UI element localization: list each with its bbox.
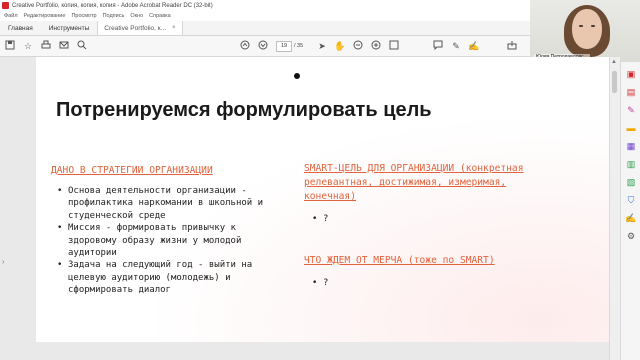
organize-icon[interactable]: ▥ [625, 158, 637, 170]
right-bullet-list-2: ? [307, 277, 407, 290]
vertical-scrollbar[interactable]: ▲ [609, 57, 620, 360]
menu-help[interactable]: Справка [149, 13, 171, 19]
page-down-icon[interactable] [257, 40, 269, 52]
right-section-heading-2: ЧТО ЖДЕМ ОТ МЕРЧА (тоже по SMART) [304, 255, 495, 266]
tab-bar: Главная Инструменты Creative Portfolio, … [0, 21, 530, 36]
menu-edit[interactable]: Редактирование [24, 13, 66, 19]
tab-document-label: Creative Portfolio, к... [104, 24, 167, 32]
page-up-icon[interactable] [239, 40, 251, 52]
tab-tools[interactable]: Инструменты [41, 21, 98, 35]
webcam-face [572, 9, 602, 49]
highlight-icon[interactable]: ✎ [450, 40, 462, 52]
scrollbar-thumb[interactable] [612, 71, 617, 93]
scan-icon[interactable]: ▧ [625, 176, 637, 188]
left-bullet-list: Основа деятельности организации - профил… [52, 185, 284, 297]
menu-file[interactable]: Файл [4, 13, 18, 19]
menu-view[interactable]: Просмотр [71, 13, 96, 19]
webcam-video: Юлия Петропавловс... [530, 0, 640, 62]
share-icon[interactable] [506, 40, 518, 52]
hand-icon[interactable]: ✋ [334, 40, 346, 52]
webcam-eye-right [591, 25, 595, 27]
pdf-export-icon[interactable]: ▣ [625, 68, 637, 80]
scroll-up-icon[interactable]: ▲ [611, 59, 617, 65]
list-item: Миссия - формировать привычку к здоровом… [52, 222, 284, 259]
comment-icon[interactable] [432, 40, 444, 52]
menu-window[interactable]: Окно [130, 13, 143, 19]
expand-left-pane-icon[interactable]: › [2, 259, 4, 266]
list-item: ? [307, 277, 407, 290]
print-icon[interactable] [40, 40, 52, 52]
left-navigation-rail: › [0, 57, 34, 360]
sign-icon[interactable]: ✍ [468, 40, 480, 52]
fit-page-icon[interactable] [388, 40, 400, 52]
save-icon[interactable] [4, 40, 16, 52]
bookmark-icon[interactable]: ☆ [22, 40, 34, 52]
list-item: ? [307, 213, 407, 226]
close-tab-icon[interactable]: × [172, 25, 176, 31]
right-section-heading: SMART-ЦЕЛЬ ДЛЯ ОРГАНИЗАЦИИ (конкретная р… [304, 163, 524, 202]
list-item: Основа деятельности организации - профил… [52, 185, 284, 222]
menu-sign[interactable]: Подпись [103, 13, 125, 19]
right-tools-panel: ▣ ▤ ✎ ▬ ▦ ▥ ▧ ⛉ ✍ ⚙ [620, 62, 640, 360]
comment-tool-icon[interactable]: ▬ [625, 122, 637, 134]
page-total: / 35 [294, 43, 304, 49]
fill-sign-icon[interactable]: ✍ [625, 212, 637, 224]
toolbar: ☆ 19 / 35 ➤ ✋ ✎ ✍ [0, 36, 530, 57]
document-page: Потренируемся формулировать цель ДАНО В … [36, 57, 609, 342]
list-item: Задача на следующий год - выйти на целев… [52, 259, 284, 296]
create-pdf-icon[interactable]: ▤ [625, 86, 637, 98]
search-icon[interactable] [76, 40, 88, 52]
slide-title: Потренируемся формулировать цель [56, 99, 432, 121]
protect-icon[interactable]: ⛉ [625, 194, 637, 206]
page-number-input[interactable]: 19 [276, 41, 292, 52]
combine-icon[interactable]: ▦ [625, 140, 637, 152]
more-tools-icon[interactable]: ⚙ [625, 230, 637, 242]
window-title: Creative Portfolio, копия, копия, копия … [12, 2, 213, 9]
zoom-in-icon[interactable] [370, 40, 382, 52]
email-icon[interactable] [58, 40, 70, 52]
edit-pdf-icon[interactable]: ✎ [625, 104, 637, 116]
tab-document[interactable]: Creative Portfolio, к... × [97, 21, 183, 35]
cursor-icon[interactable]: ➤ [316, 40, 328, 52]
acrobat-logo-icon [2, 2, 9, 9]
zoom-out-icon[interactable] [352, 40, 364, 52]
left-section-heading: ДАНО В СТРАТЕГИИ ОРГАНИЗАЦИИ [51, 165, 213, 176]
cursor-dot [294, 73, 300, 79]
webcam-eye-left [579, 25, 583, 27]
right-bullet-list: ? [307, 213, 407, 226]
tab-home[interactable]: Главная [0, 21, 41, 35]
